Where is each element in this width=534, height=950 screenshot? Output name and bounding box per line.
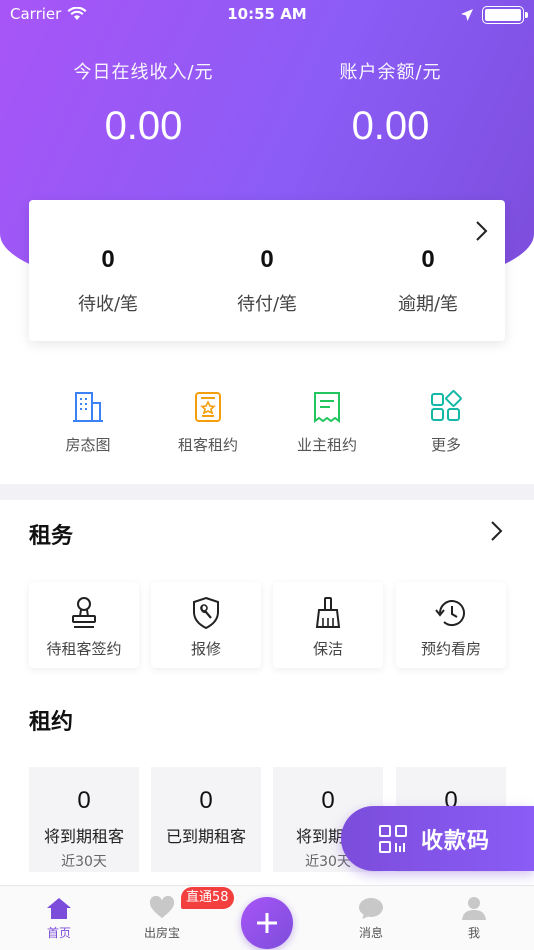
plus-icon	[257, 913, 277, 933]
stat-value: 0	[101, 246, 115, 273]
receipt-icon	[314, 392, 340, 423]
tab-label: 首页	[46, 926, 71, 940]
qr-code-icon	[379, 824, 407, 853]
building-icon	[73, 392, 103, 422]
chat-bubble-icon	[359, 898, 383, 919]
stat-value: 0	[421, 246, 435, 273]
tile-viewing-appointment[interactable]: 预约看房	[396, 582, 506, 668]
account-balance: 账户余额/元 0.00	[257, 58, 524, 149]
lease-card-expiring-tenants[interactable]: 0 将到期租客 近30天	[29, 767, 139, 872]
lease-value: 0	[199, 787, 213, 814]
location-arrow-icon	[461, 9, 473, 21]
add-button[interactable]	[241, 897, 293, 949]
tenant-contract-icon	[195, 392, 221, 422]
status-bar: Carrier 10:55 AM	[0, 0, 534, 28]
home-icon	[47, 898, 71, 919]
stat-label: 待付/笔	[236, 294, 298, 315]
stat-pending-pay[interactable]: 0 待付/笔	[188, 246, 346, 316]
chevron-right-icon[interactable]	[490, 520, 504, 542]
lease-sub: 近30天	[61, 854, 107, 870]
wrench-shield-icon	[193, 596, 219, 630]
stats-card[interactable]: 0 待收/笔 0 待付/笔 0 逾期/笔	[29, 200, 505, 341]
direct-58-badge: 直通58	[181, 887, 234, 909]
stat-pending-receive[interactable]: 0 待收/笔	[29, 246, 187, 316]
stat-overdue[interactable]: 0 逾期/笔	[349, 246, 507, 316]
today-income-value: 0.00	[104, 104, 183, 148]
tile-label: 报修	[190, 640, 221, 658]
quick-tenant-lease[interactable]: 租客租约	[148, 390, 268, 455]
tab-home[interactable]: 首页	[14, 896, 104, 941]
tab-messages[interactable]: 消息	[326, 896, 416, 941]
lease-label: 已到期租客	[165, 827, 246, 846]
lease-label: 将到期租客	[43, 827, 124, 846]
quick-label: 房态图	[65, 436, 111, 454]
quick-label: 业主租约	[296, 436, 357, 454]
tile-cleaning[interactable]: 保洁	[273, 582, 383, 668]
tile-repair[interactable]: 报修	[151, 582, 261, 668]
stamp-icon	[72, 597, 96, 628]
today-income: 今日在线收入/元 0.00	[10, 58, 277, 149]
section-divider	[0, 484, 534, 500]
person-icon	[462, 897, 486, 920]
stat-value: 0	[260, 246, 274, 273]
quick-actions: 房态图 租客租约 业主租约 更多	[0, 390, 534, 470]
chevron-right-icon[interactable]	[475, 220, 489, 242]
tile-label: 保洁	[312, 640, 343, 658]
rent-section-title: 租务	[29, 524, 74, 549]
today-income-label: 今日在线收入/元	[73, 62, 214, 83]
stat-label: 待收/笔	[77, 294, 139, 315]
quick-room-status[interactable]: 房态图	[28, 390, 148, 455]
quick-owner-lease[interactable]: 业主租约	[267, 390, 387, 455]
grid-more-icon	[431, 390, 462, 421]
heart-icon	[149, 896, 175, 918]
tab-label: 出房宝	[143, 926, 180, 940]
stat-label: 逾期/笔	[397, 294, 459, 315]
tile-pending-sign[interactable]: 待租客签约	[29, 582, 139, 668]
lease-section-title: 租约	[29, 710, 74, 735]
account-balance-label: 账户余额/元	[339, 62, 442, 83]
tab-label: 消息	[358, 926, 383, 940]
tab-me[interactable]: 我	[429, 896, 519, 941]
tab-label: 我	[467, 926, 480, 940]
account-balance-value: 0.00	[351, 104, 430, 148]
quick-more[interactable]: 更多	[386, 390, 506, 455]
tile-label: 待租客签约	[46, 640, 122, 658]
lease-card-expired-tenants[interactable]: 0 已到期租客	[151, 767, 261, 872]
collect-code-label: 收款码	[421, 828, 491, 854]
clock: 10:55 AM	[227, 5, 307, 23]
quick-label: 租客租约	[177, 436, 238, 454]
lease-value: 0	[77, 787, 91, 814]
collect-code-button[interactable]: 收款码	[341, 806, 534, 871]
clock-history-icon	[435, 600, 465, 627]
quick-label: 更多	[430, 436, 461, 454]
broom-icon	[315, 597, 341, 628]
battery-icon	[482, 6, 528, 24]
tile-label: 预约看房	[420, 640, 481, 658]
